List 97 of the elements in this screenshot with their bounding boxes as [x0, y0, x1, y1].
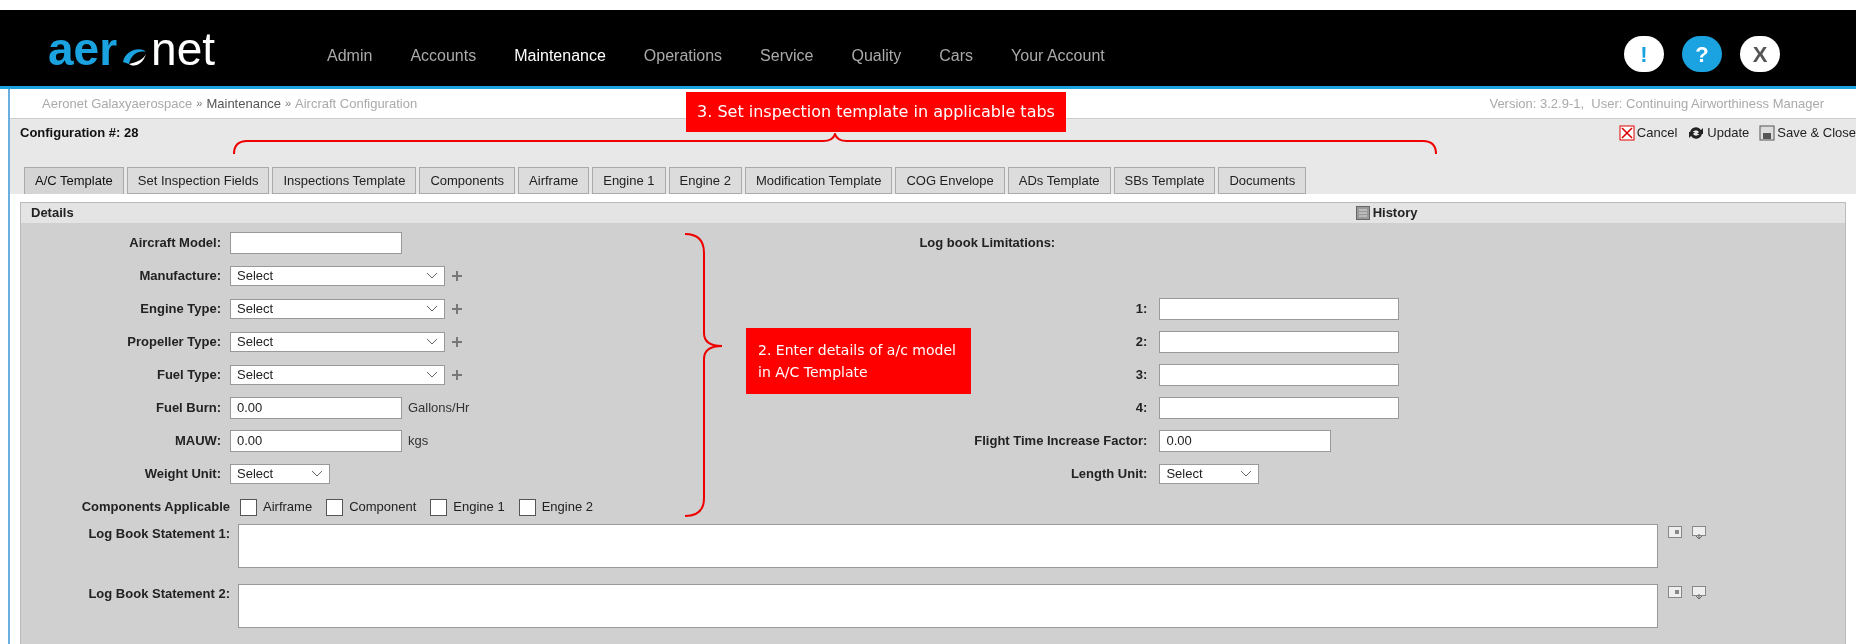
tab[interactable]: Components	[419, 167, 516, 194]
field-label: MAUW:	[174, 431, 221, 450]
save-button[interactable]: Save & Close	[1759, 122, 1856, 143]
unit-label: kgs	[408, 431, 429, 450]
close-button[interactable]: X	[1740, 36, 1780, 72]
field-label: Fuel Type:	[155, 365, 221, 384]
chevron-down-icon	[1240, 469, 1253, 478]
field-label: Components Applicable	[80, 498, 230, 517]
section-subtitle: Log book Limitations:	[919, 233, 1056, 252]
document-icon[interactable]	[1668, 526, 1682, 538]
select-dropdown[interactable]: Select	[230, 463, 330, 484]
field-label: Engine Type:	[139, 299, 221, 318]
section-title: Details	[31, 204, 74, 223]
update-button[interactable]: Update	[1687, 122, 1750, 143]
text-field[interactable]: 0.00	[230, 429, 402, 452]
select-dropdown[interactable]: Select	[230, 265, 445, 286]
tab[interactable]: Modification Template	[744, 167, 893, 194]
field-label: Propeller Type:	[126, 332, 221, 351]
field-label: Fuel Burn:	[155, 398, 221, 417]
field-label: 4:	[1135, 398, 1148, 417]
tab[interactable]: Inspections Template	[272, 167, 417, 194]
nav-link[interactable]: Quality	[851, 44, 902, 68]
field-label: 1:	[1135, 299, 1148, 318]
tab[interactable]: SBs Template	[1113, 167, 1216, 194]
nav-link[interactable]: Admin	[327, 44, 373, 68]
field-label: 2:	[1135, 332, 1148, 351]
nav-link[interactable]: Maintenance	[514, 44, 606, 68]
tab[interactable]: Set Inspection Fields	[126, 167, 270, 194]
unit-label: Gallons/Hr	[408, 398, 470, 417]
chevron-down-icon	[426, 370, 438, 379]
save-icon	[1759, 124, 1776, 141]
field-label: 3:	[1135, 365, 1148, 384]
text-field[interactable]	[1159, 330, 1400, 353]
checkbox-label: Airframe	[263, 498, 313, 517]
field-label: Manufacture:	[138, 266, 221, 285]
version-info: Version: 3.2.9-1, User: Continuing Airworthiness Manager	[1489, 94, 1824, 113]
field-label: Log Book Statement 2:	[87, 585, 230, 603]
checkbox[interactable]	[518, 498, 536, 516]
select-dropdown[interactable]: Select	[1159, 463, 1260, 484]
nav-link[interactable]: Operations	[643, 44, 723, 68]
history-button[interactable]: History	[1355, 203, 1418, 223]
nav-link[interactable]: Service	[760, 44, 814, 68]
tab[interactable]: ADs Template	[1007, 167, 1111, 194]
select-dropdown[interactable]: Select	[230, 331, 445, 352]
checkbox[interactable]	[430, 498, 448, 516]
chevron-down-icon	[311, 469, 323, 478]
chevron-down-icon	[426, 271, 438, 280]
tab[interactable]: Documents	[1218, 167, 1307, 194]
text-field[interactable]: 0.00	[1159, 429, 1332, 452]
chevron-down-icon	[426, 337, 438, 346]
text-field[interactable]	[1159, 396, 1400, 419]
annotation-callout: 3. Set inspection template in applicable tabs	[686, 92, 1066, 132]
field-label: Length Unit:	[1070, 464, 1148, 483]
text-field[interactable]	[1159, 297, 1400, 320]
plus-icon[interactable]	[451, 335, 463, 348]
plus-icon[interactable]	[451, 368, 463, 381]
text-field[interactable]	[1159, 363, 1400, 386]
plus-icon[interactable]	[451, 302, 463, 315]
tab[interactable]: A/C Template	[24, 167, 124, 194]
download-icon[interactable]	[1692, 586, 1706, 600]
checkbox-label: Engine 2	[541, 498, 593, 517]
field-label: Aircraft Model:	[128, 233, 221, 252]
field-label: Log Book Statement 1:	[87, 525, 230, 543]
checkbox-label: Component	[349, 498, 417, 517]
chevron-down-icon	[426, 304, 438, 313]
tab[interactable]: Engine 2	[668, 167, 742, 194]
breadcrumb-separator: »	[284, 96, 291, 112]
text-area[interactable]	[238, 524, 1658, 568]
nav-link[interactable]: Accounts	[410, 44, 477, 68]
field-label: Weight Unit:	[143, 464, 221, 483]
cancel-button[interactable]: Cancel	[1618, 122, 1678, 143]
checkbox[interactable]	[326, 498, 344, 516]
text-field[interactable]: 0.00	[230, 396, 402, 419]
select-dropdown[interactable]: Select	[230, 298, 445, 319]
annotation-callout: 2. Enter details of a/c model in A/C Template	[746, 328, 971, 394]
breadcrumb-link[interactable]: Maintenance	[206, 93, 281, 114]
checkbox-label: Engine 1	[453, 498, 505, 517]
plus-icon[interactable]	[451, 269, 463, 282]
close-icon	[1618, 124, 1635, 141]
nav-link[interactable]: Your Account	[1011, 44, 1105, 68]
configuration-title: Configuration #: 28	[20, 123, 139, 142]
history-icon	[1355, 206, 1370, 220]
text-area[interactable]	[238, 584, 1658, 628]
refresh-icon	[1687, 124, 1706, 141]
text-field[interactable]	[230, 231, 402, 254]
document-icon[interactable]	[1668, 586, 1682, 598]
select-dropdown[interactable]: Select	[230, 364, 445, 385]
field-label: Flight Time Increase Factor:	[974, 431, 1148, 450]
breadcrumb-separator: »	[196, 96, 203, 112]
tab[interactable]: COG Envelope	[895, 167, 1005, 194]
breadcrumb-current: Aircraft Configuration	[295, 94, 418, 113]
logo: aer net	[48, 26, 216, 72]
tab[interactable]: Airframe	[518, 167, 590, 194]
checkbox[interactable]	[240, 498, 257, 516]
download-icon[interactable]	[1692, 526, 1706, 540]
tab[interactable]: Engine 1	[592, 167, 666, 194]
nav-link[interactable]: Cars	[939, 44, 974, 68]
